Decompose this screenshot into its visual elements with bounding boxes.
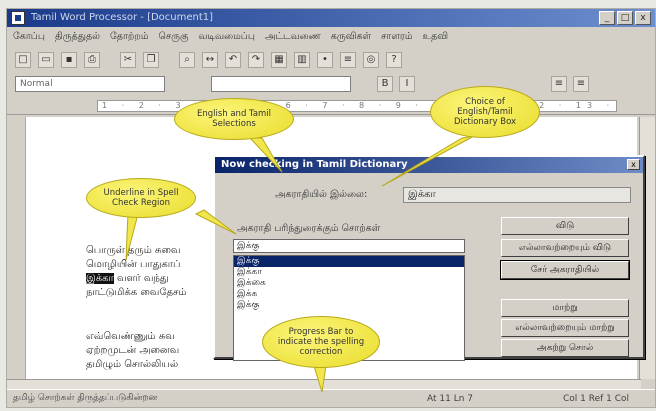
help-icon[interactable]: ? xyxy=(386,52,402,68)
menu-edit[interactable]: திருத்துதல் xyxy=(55,31,100,43)
document-line: எவ்வெண்ணும் சுவ xyxy=(86,331,175,342)
status-position: At 11 Ln 7 xyxy=(427,393,474,404)
suggestion-item[interactable]: இக்கை xyxy=(234,278,464,289)
dialog-close-button[interactable]: x xyxy=(627,159,640,170)
close-button[interactable]: x xyxy=(635,11,651,25)
italic-icon[interactable]: I xyxy=(399,76,415,92)
new-document-icon[interactable]: □ xyxy=(15,52,31,68)
window-title: Tamil Word Processor - [Document1] xyxy=(31,12,214,23)
menu-format[interactable]: வடிவமைப்பு xyxy=(198,31,255,43)
app-icon xyxy=(11,11,25,25)
toolbar-separator xyxy=(107,52,113,68)
columns-icon[interactable]: ▥ xyxy=(294,52,310,68)
document-line-rest: வளர் வந்து xyxy=(116,273,169,284)
callout-dictionary-choice: Choice of English/Tamil Dictionary Box xyxy=(430,86,540,138)
toolbar-separator xyxy=(166,52,172,68)
redo-icon[interactable]: ↷ xyxy=(248,52,264,68)
document-line: ஏற்றமுடன் அனைவ xyxy=(86,345,180,356)
status-message: தமிழ் சொற்கள் திருத்தப்படுகின்றன xyxy=(13,393,158,403)
document-line: தமிழும் சொல்லியல் xyxy=(86,359,179,370)
document-line: மொழியின் பாதுகாப் xyxy=(86,259,181,270)
menu-help[interactable]: உதவி xyxy=(422,31,448,43)
zoom-icon[interactable]: ◎ xyxy=(363,52,379,68)
change-all-button[interactable]: எல்லாவற்றையும் மாற்று xyxy=(501,319,629,337)
add-to-dictionary-button[interactable]: சேர் அகராதியில் xyxy=(500,260,630,280)
align-center-icon[interactable]: ≡ xyxy=(573,76,589,92)
callout-english-tamil: English and Tamil Selections xyxy=(174,98,294,140)
suggestion-item[interactable]: இக்கா xyxy=(234,267,464,278)
style-select[interactable]: Normal xyxy=(15,76,165,92)
ruler: 1 · 2 · 3 · 4 · 5 · 6 · 7 · 8 · 9 · 10 ·… xyxy=(7,97,655,115)
undo-icon[interactable]: ↶ xyxy=(225,52,241,68)
table-icon[interactable]: ▦ xyxy=(271,52,287,68)
menu-bar: கோப்பு திருத்துதல் தோற்றம் செருகு வடிவமை… xyxy=(7,27,655,47)
callout-spell-check-region: Underline in Spell Check Region xyxy=(86,178,196,218)
print-icon[interactable]: ⎙ xyxy=(84,52,100,68)
formatting-toolbar: Normal B I ≡ ≡ xyxy=(7,73,655,95)
save-icon[interactable]: ▪ xyxy=(61,52,77,68)
find-icon[interactable]: ⌕ xyxy=(179,52,195,68)
change-button[interactable]: மாற்று xyxy=(501,299,629,317)
cut-icon[interactable]: ✂ xyxy=(120,52,136,68)
suggestion-item[interactable]: இக்கு xyxy=(234,256,464,267)
ignore-button[interactable]: விடு xyxy=(501,217,629,235)
not-found-label: அகராதியில் இல்லை: xyxy=(275,189,368,200)
suggestion-item[interactable]: இக்க xyxy=(234,289,464,300)
open-folder-icon[interactable]: ▭ xyxy=(38,52,54,68)
delete-word-button[interactable]: அகற்று சொல் xyxy=(501,339,629,357)
bullets-icon[interactable]: • xyxy=(317,52,333,68)
misspelled-word[interactable]: இக்கா xyxy=(86,273,114,284)
maximize-button[interactable]: □ xyxy=(617,11,633,25)
suggestion-input[interactable]: இக்கு xyxy=(233,239,465,253)
bold-icon[interactable]: B xyxy=(377,76,393,92)
horizontal-scrollbar[interactable] xyxy=(7,379,641,389)
numbering-icon[interactable]: ≡ xyxy=(340,52,356,68)
menu-file[interactable]: கோப்பு xyxy=(13,31,45,43)
document-line: பொருள் தரும் சுவை xyxy=(86,245,181,256)
align-left-icon[interactable]: ≡ xyxy=(551,76,567,92)
not-found-word: இக்கா xyxy=(403,187,631,203)
ignore-all-button[interactable]: எல்லாவற்றையும் விடு xyxy=(501,239,629,257)
menu-tools[interactable]: கருவிகள் xyxy=(331,31,371,43)
window-controls: _ □ x xyxy=(599,11,651,25)
title-bar: Tamil Word Processor - [Document1] _ □ x xyxy=(7,9,655,27)
menu-table[interactable]: அட்டவணை xyxy=(265,31,321,43)
status-bar: தமிழ் சொற்கள் திருத்தப்படுகின்றன At 11 L… xyxy=(7,389,655,407)
copy-icon[interactable]: ❐ xyxy=(143,52,159,68)
minimize-button[interactable]: _ xyxy=(599,11,615,25)
font-select[interactable] xyxy=(211,76,351,92)
standard-toolbar: □ ▭ ▪ ⎙ ✂ ❐ ⌕ ↔ ↶ ↷ ▦ ▥ • ≡ ◎ ? xyxy=(7,49,655,71)
menu-window[interactable]: சாளரம் xyxy=(381,31,412,43)
menu-insert[interactable]: செருகு xyxy=(159,31,189,43)
menu-view[interactable]: தோற்றம் xyxy=(110,31,148,43)
status-column: Col 1 Ref 1 Col xyxy=(563,393,630,404)
callout-progress-bar: Progress Bar to indicate the spelling co… xyxy=(262,316,380,368)
suggestion-item[interactable]: இக்கு xyxy=(234,300,464,311)
dialog-title: Now checking in Tamil Dictionary xyxy=(215,157,643,173)
document-line: நாட்டுமிக்க வைதேசம் xyxy=(86,287,187,298)
suggestions-label: அகராதி பரிந்துரைக்கும் சொற்கள் xyxy=(237,223,381,234)
replace-icon[interactable]: ↔ xyxy=(202,52,218,68)
document-line: இக்கா வளர் வந்து xyxy=(86,273,169,285)
